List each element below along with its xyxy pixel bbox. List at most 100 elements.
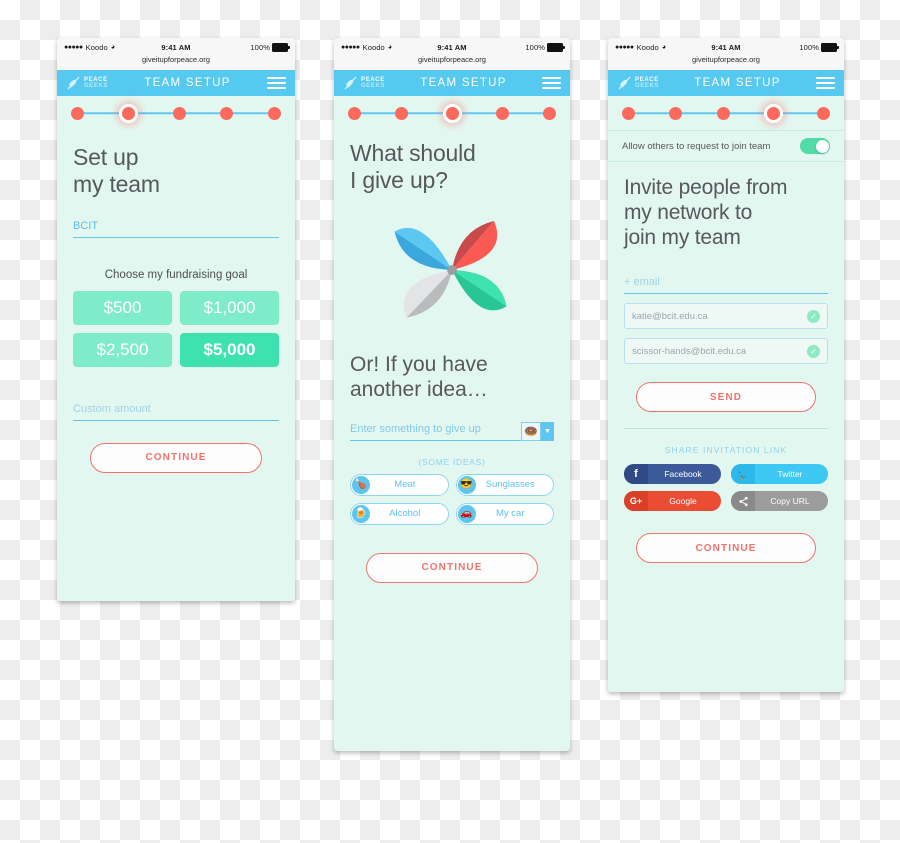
goal-option-5000-selected[interactable]: $5,000 [180,332,279,367]
page-title: TEAM SETUP [144,77,231,89]
chevron-down-icon[interactable]: ▼ [541,421,554,441]
idea-chips: 🍗 Meat 😎 Sunglasses 🍺 Alcohol 🚗 My car [350,473,554,525]
status-bar-right: 100% [191,43,290,52]
give-up-input[interactable]: Enter something to give up [350,419,521,441]
progress-dot-4[interactable] [495,106,509,120]
idea-chip-meat[interactable]: 🍗 Meat [350,473,449,496]
wheat-feather-icon [344,76,357,90]
logo-wordmark: PEACE GEEKS [361,77,385,89]
carrier-label: Koodo [85,43,108,52]
goal-option-2500[interactable]: $2,500 [73,332,172,367]
goal-option-1000[interactable]: $1,000 [180,290,279,325]
twitter-icon: 🐦 [731,464,755,485]
sunglasses-icon: 😎 [457,475,476,494]
goal-option-500[interactable]: $500 [73,290,172,325]
progress-dot-5[interactable] [543,106,556,120]
logo-line-2: GEEKS [635,83,660,89]
battery-icon [272,43,290,52]
progress-dot-1[interactable] [71,106,84,120]
google-plus-icon: G+ [624,491,648,512]
browser-url-bar[interactable]: giveitupforpeace.org [608,55,844,70]
screen-1-heading: Set up my team [73,144,160,198]
progress-dot-5[interactable] [268,106,281,120]
share-button-facebook[interactable]: f Facebook [624,464,721,485]
facebook-icon: f [624,464,648,485]
progress-dot-4[interactable] [220,106,234,120]
peacegeeks-logo[interactable]: PEACE GEEKS [617,75,659,91]
share-button-google[interactable]: G+ Google [624,491,721,512]
share-button-label: Twitter [777,469,803,479]
peacegeeks-logo[interactable]: PEACE GEEKS [66,75,108,91]
progress-dot-2-active[interactable] [118,103,138,123]
car-icon: 🚗 [457,504,476,523]
progress-dot-1[interactable] [622,106,635,120]
section-divider [624,428,828,430]
give-up-placeholder: Enter something to give up [350,422,481,435]
progress-dot-5[interactable] [817,106,830,120]
progress-dot-1[interactable] [348,106,361,120]
status-bar-time: 9:41 AM [161,43,191,52]
browser-url-bar[interactable]: giveitupforpeace.org [334,55,570,70]
share-button-label: Copy URL [770,496,810,506]
email-input[interactable]: + email [624,272,828,295]
wheat-feather-icon [67,76,80,90]
progress-stepper-3 [608,96,844,130]
phone-mockup-screen-2: ●●●●● Koodo ◕ 9:41 AM 100% giveitupforpe… [334,38,570,751]
logo-wordmark: PEACE GEEKS [635,77,659,89]
continue-button-1[interactable]: CONTINUE [90,442,262,473]
hamburger-menu-icon[interactable] [542,77,561,89]
wifi-icon: ◕ [110,44,116,51]
signal-dots-icon: ●●●●● [64,44,83,51]
continue-button-3[interactable]: CONTINUE [636,533,816,564]
hamburger-menu-icon[interactable] [816,77,835,89]
status-bar-left: ●●●●● Koodo ◕ [64,43,161,52]
custom-amount-input[interactable]: Custom amount [73,399,279,421]
app-header: PEACE GEEKS TEAM SETUP [334,70,570,96]
progress-dot-4-active[interactable] [763,103,783,123]
app-header: PEACE GEEKS TEAM SETUP [608,70,844,96]
emoji-picker[interactable]: 🍩 ▼ [521,421,554,441]
team-name-value: BCIT [73,220,99,233]
pinwheel-logo-icon [350,200,554,340]
progress-dot-3[interactable] [172,106,186,120]
idea-chip-label: My car [496,508,525,520]
share-button-label: Google [669,496,697,506]
invited-email-row-1[interactable]: katie@bcit.edu.ca ✓ [624,303,828,330]
idea-chip-my-car[interactable]: 🚗 My car [455,502,554,525]
progress-stepper-2 [334,96,570,130]
allow-requests-toggle[interactable] [800,138,830,154]
logo-line-2: GEEKS [361,83,386,89]
idea-chip-alcohol[interactable]: 🍺 Alcohol [350,502,449,525]
idea-chip-label: Meat [394,479,416,491]
screen-3-body: Invite people from my network to join my… [608,176,844,564]
peacegeeks-logo[interactable]: PEACE GEEKS [343,75,385,91]
signal-dots-icon: ●●●●● [341,44,360,51]
custom-amount-placeholder: Custom amount [73,402,151,415]
share-button-copy-url[interactable]: Copy URL [731,491,828,512]
idea-chip-sunglasses[interactable]: 😎 Sunglasses [455,473,554,496]
progress-dot-2[interactable] [669,106,683,120]
status-bar-left: ●●●●● Koodo ◕ [615,43,711,52]
allow-requests-label: Allow others to request to join team [622,140,771,152]
progress-dot-3[interactable] [716,106,730,120]
app-header: PEACE GEEKS TEAM SETUP [57,70,295,96]
continue-button-2[interactable]: CONTINUE [366,552,538,583]
progress-dot-3-active[interactable] [442,103,462,123]
wheat-feather-icon [618,76,631,90]
send-button[interactable]: SEND [636,382,816,413]
selected-emoji: 🍩 [521,421,541,441]
status-bar-time: 9:41 AM [437,43,467,52]
screen-3-heading: Invite people from my network to join my… [624,176,788,249]
progress-dot-2[interactable] [395,106,409,120]
invited-email-row-2[interactable]: scissor-hands@bcit.edu.ca ✓ [624,338,828,365]
give-up-input-row: Enter something to give up 🍩 ▼ [350,419,554,441]
page-title: TEAM SETUP [694,77,781,89]
hamburger-menu-icon[interactable] [267,77,286,89]
browser-url-bar[interactable]: giveitupforpeace.org [57,55,295,70]
status-bar: ●●●●● Koodo ◕ 9:41 AM 100% [608,38,844,55]
screen-2-body: What should I give up? Or! If you have a… [334,140,570,583]
share-button-twitter[interactable]: 🐦 Twitter [731,464,828,485]
logo-line-2: GEEKS [84,83,109,89]
team-name-input[interactable]: BCIT [73,216,279,239]
share-buttons: f Facebook 🐦 Twitter G+ Google Copy URL [624,464,828,512]
